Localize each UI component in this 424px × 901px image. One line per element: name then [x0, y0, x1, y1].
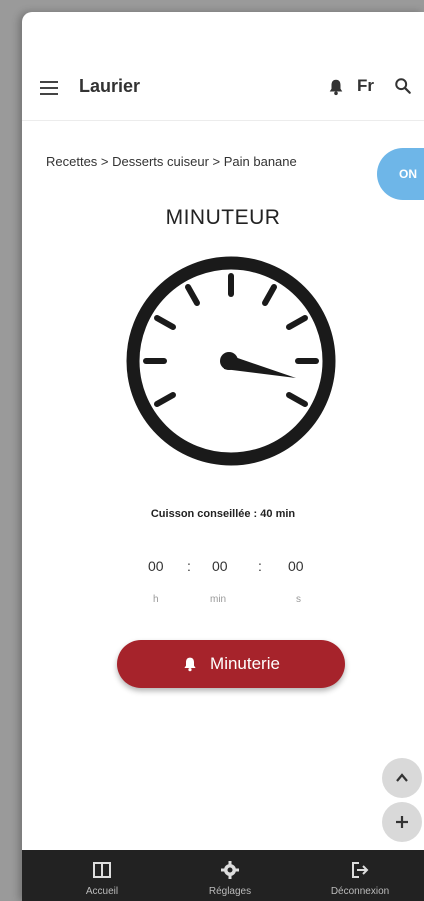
bell-icon[interactable] [327, 78, 345, 96]
add-button[interactable] [382, 802, 422, 842]
minuterie-button-label: Minuterie [210, 654, 280, 673]
gear-icon [221, 861, 239, 879]
bell-icon [184, 657, 196, 672]
on-toggle[interactable]: ON [377, 148, 424, 200]
minutes-input[interactable]: 00 [212, 558, 228, 574]
logout-icon [352, 862, 369, 878]
minuterie-button[interactable]: Minuterie [117, 640, 345, 688]
app-title: Laurier [79, 76, 141, 96]
minutes-unit-label: min [210, 594, 227, 605]
seconds-input[interactable]: 00 [288, 558, 304, 574]
hours-unit-label: h [153, 594, 159, 605]
nav-deconnexion[interactable]: Déconnexion [310, 850, 410, 901]
seconds-unit-label: s [296, 594, 301, 605]
app-screen: Laurier Fr Recettes > Desserts cuiseur >… [22, 12, 424, 901]
top-app-bar: Laurier Fr [22, 56, 424, 121]
language-selector[interactable]: Fr [357, 76, 374, 96]
book-icon [93, 862, 111, 878]
bottom-navigation: Accueil Réglages Déconnexion [22, 850, 424, 901]
nav-label: Réglages [208, 886, 252, 897]
nav-label: Accueil [85, 886, 119, 897]
menu-icon[interactable] [40, 81, 58, 95]
hours-input[interactable]: 00 [148, 558, 164, 574]
breadcrumb[interactable]: Recettes > Desserts cuiseur > Pain banan… [46, 154, 386, 169]
scroll-up-button[interactable] [382, 758, 422, 798]
nav-reglages[interactable]: Réglages [180, 850, 280, 901]
plus-icon [396, 816, 408, 828]
time-separator: : [258, 558, 262, 574]
nav-label: Déconnexion [330, 886, 390, 897]
chevron-up-icon [396, 773, 408, 782]
nav-accueil[interactable]: Accueil [52, 850, 152, 901]
timer-dial-icon [126, 256, 336, 466]
recommended-cooking-time: Cuisson conseillée : 40 min [150, 508, 296, 520]
page-title: MINUTEUR [165, 206, 281, 229]
time-separator: : [187, 558, 191, 574]
search-icon[interactable] [394, 77, 412, 95]
